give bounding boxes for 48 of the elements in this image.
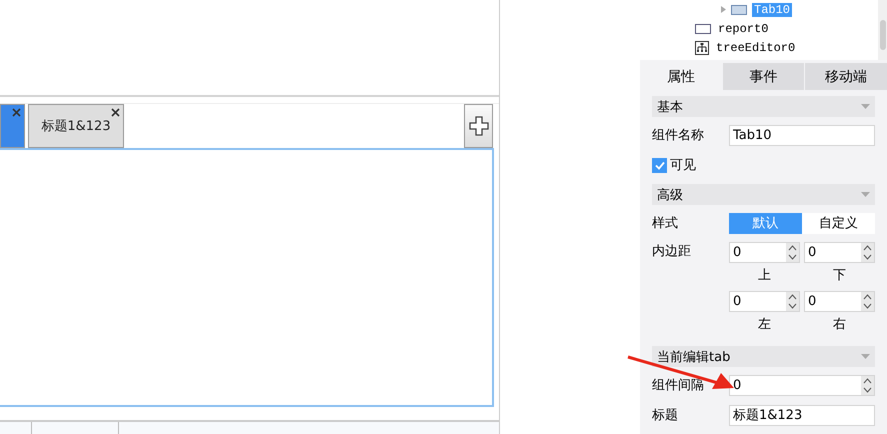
panel-tab[interactable]: 移动端 [805, 63, 887, 90]
panel-tab[interactable]: 事件 [722, 63, 804, 90]
report-icon [695, 24, 711, 34]
side-caption: 上 [757, 267, 772, 285]
spinner-field[interactable]: 0 [804, 242, 875, 263]
spinner-field[interactable]: 0 [729, 242, 800, 263]
field-label: 内边距 [652, 243, 692, 260]
canvas-tab[interactable]: 标题1&123 [28, 104, 124, 148]
close-icon[interactable] [111, 108, 120, 117]
number-input[interactable]: 0 [730, 243, 786, 262]
spinner-field[interactable]: 0 [729, 291, 800, 312]
canvas-tab[interactable] [0, 104, 25, 148]
tab-icon [731, 4, 747, 14]
section-title: 高级 [657, 186, 683, 204]
tree-item[interactable]: report0 [716, 22, 770, 36]
side-caption: 下 [832, 267, 847, 285]
hierarchy-icon [695, 40, 709, 54]
section-header[interactable]: 高级 [652, 184, 875, 205]
spinner-arrows-icon[interactable] [861, 292, 874, 311]
section-title: 当前编辑tab [657, 348, 730, 366]
number-input[interactable]: 0 [805, 292, 861, 311]
section-header[interactable]: 当前编辑tab [652, 346, 875, 367]
field-label: 组件间隔 [652, 377, 705, 394]
spinner-arrows-icon[interactable] [861, 243, 874, 262]
text-field[interactable]: 标题1&123 [729, 404, 875, 426]
field-label: 标题 [652, 407, 679, 424]
side-caption: 右 [832, 316, 847, 334]
field-label: 样式 [652, 215, 679, 232]
expand-icon[interactable] [721, 6, 726, 13]
checkbox[interactable] [652, 158, 667, 172]
scrollbar-thumb[interactable] [880, 20, 886, 50]
add-tab-button[interactable] [464, 104, 493, 148]
spinner-arrows-icon[interactable] [786, 292, 799, 311]
number-input[interactable]: 0 [730, 376, 861, 394]
side-caption: 左 [757, 316, 772, 334]
tree-item[interactable]: treeEditor0 [714, 40, 798, 54]
spinner-field[interactable]: 0 [729, 374, 875, 396]
text-field[interactable]: Tab10 [729, 124, 875, 146]
plus-icon [468, 116, 488, 136]
number-input[interactable]: 0 [730, 292, 786, 311]
spinner-arrows-icon[interactable] [786, 243, 799, 262]
field-label: 组件名称 [652, 127, 705, 144]
section-title: 基本 [657, 98, 683, 116]
number-input[interactable]: 0 [805, 243, 861, 262]
section-header[interactable]: 基本 [652, 96, 875, 117]
spinner-field[interactable]: 0 [804, 291, 875, 312]
spinner-arrows-icon[interactable] [861, 376, 874, 394]
checkbox-label: 可见 [670, 157, 696, 174]
